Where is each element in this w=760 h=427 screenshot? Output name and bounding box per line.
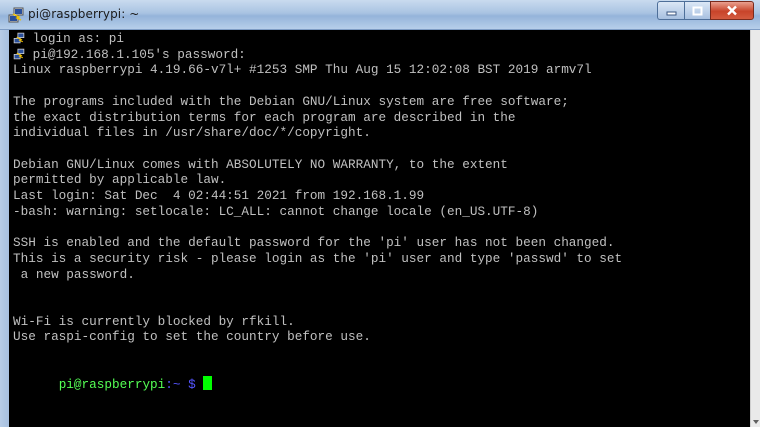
caption-buttons [657,1,754,21]
terminal-line: permitted by applicable law. [13,172,227,188]
terminal-line: a new password. [13,266,135,282]
terminal-line: the exact distribution terms for each pr… [13,109,516,125]
putty-icon [13,32,25,44]
maximize-button[interactable] [684,1,710,20]
terminal-line: individual files in /usr/share/doc/*/cop… [13,125,371,141]
minimize-icon [666,11,676,15]
terminal-line: Wi-Fi is currently blocked by rfkill. [13,313,295,329]
scroll-down-icon[interactable] [753,420,759,424]
terminal-line: This is a security risk - please login a… [13,250,623,266]
terminal-line: pi@192.168.1.105's password: [25,46,246,62]
text-cursor [203,376,213,391]
title-bar[interactable]: pi@raspberrypi: ~ [0,0,760,30]
terminal-line: -bash: warning: setlocale: LC_ALL: canno… [13,203,539,219]
maximize-icon [692,6,703,15]
minimize-button[interactable] [657,1,684,20]
vertical-scrollbar[interactable] [750,30,760,427]
putty-icon [8,7,24,23]
close-icon [727,5,737,16]
terminal-line: The programs included with the Debian GN… [13,93,569,109]
window-title: pi@raspberrypi: ~ [28,7,140,21]
terminal-line: Use raspi-config to set the country befo… [13,329,371,345]
prompt-path: :~ $ [165,377,196,393]
terminal-output[interactable]: login as: pi pi@192.168.1.105's password… [9,30,750,427]
terminal-line: Last login: Sat Dec 4 02:44:51 2021 from… [13,188,425,203]
window-frame-left [0,30,9,427]
shell-prompt[interactable]: pi@raspberrypi:~ $ [13,361,213,409]
prompt-user-host: pi@raspberrypi [58,377,166,393]
terminal-line: Debian GNU/Linux comes with ABSOLUTELY N… [13,156,508,172]
close-button[interactable] [710,1,754,20]
putty-icon [13,48,25,60]
putty-window: pi@raspberrypi: ~ login as: pi pi@192.16… [0,0,760,427]
terminal-line: SSH is enabled and the default password … [13,235,615,251]
terminal-line: login as: pi [25,31,124,46]
terminal-line: Linux raspberrypi 4.19.66-v7l+ #1253 SMP… [13,62,592,78]
